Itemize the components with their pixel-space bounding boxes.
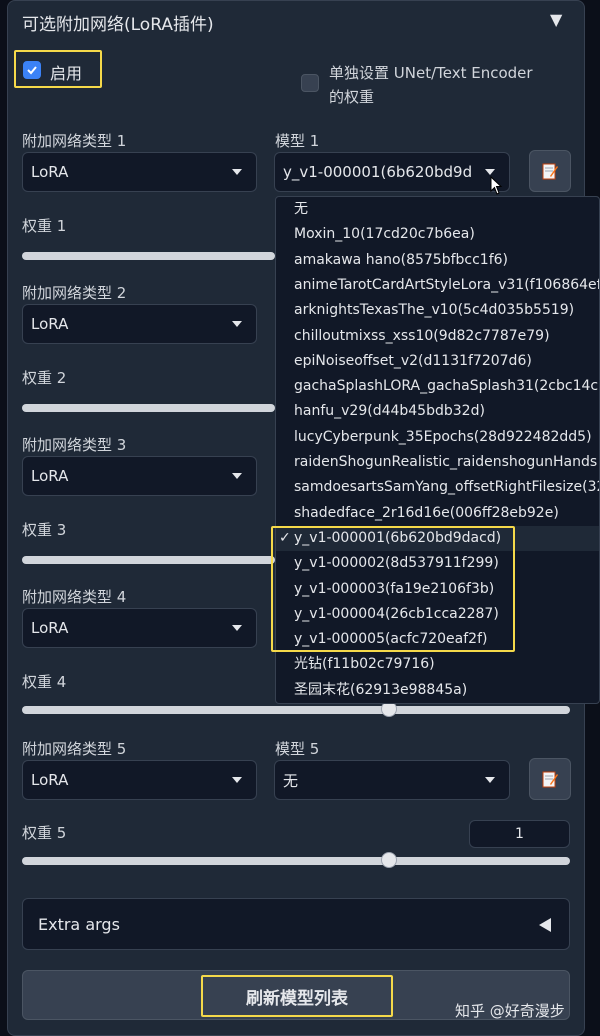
weight-3-slider[interactable] bbox=[22, 556, 275, 564]
network-type-2-select[interactable]: LoRA bbox=[22, 304, 257, 344]
weight-2-slider[interactable] bbox=[22, 404, 275, 412]
chevron-down-icon bbox=[232, 625, 242, 631]
weight-5-number-input[interactable]: 1 bbox=[469, 820, 570, 848]
network-type-5-select[interactable]: LoRA bbox=[22, 760, 257, 800]
model-1-info-button[interactable] bbox=[529, 150, 571, 192]
model-5-info-button[interactable] bbox=[529, 758, 571, 800]
model-5-select[interactable]: 无 bbox=[274, 760, 510, 800]
dropdown-item[interactable]: 光钻(f11b02c79716) bbox=[276, 652, 599, 677]
extra-args-accordion[interactable]: Extra args bbox=[22, 898, 570, 950]
weight-5-slider[interactable] bbox=[22, 852, 570, 868]
model-1-label: 模型 1 bbox=[275, 132, 320, 150]
dropdown-item[interactable]: lucyCyberpunk_35Epochs(28d922482dd5) bbox=[276, 425, 599, 450]
chevron-down-icon bbox=[232, 169, 242, 175]
weight-5-label: 权重 5 bbox=[22, 824, 67, 842]
unet-weight-label-line1: 单独设置 UNet/Text Encoder bbox=[329, 64, 533, 82]
dropdown-item[interactable]: chilloutmixss_xss10(9d82c7787e79) bbox=[276, 324, 599, 349]
unet-weight-label-line2: 的权重 bbox=[329, 88, 375, 106]
dropdown-item[interactable]: shadedface_2r16d16e(006ff28eb92e) bbox=[276, 501, 599, 526]
dropdown-item[interactable]: samdoesartsSamYang_offsetRightFilesize(3… bbox=[276, 475, 599, 500]
weight-4-label: 权重 4 bbox=[22, 673, 67, 691]
network-type-4-label: 附加网络类型 4 bbox=[22, 588, 127, 606]
model-5-value: 无 bbox=[283, 771, 299, 790]
dropdown-item[interactable]: arknightsTexasThe_v10(5c4d035b5519) bbox=[276, 298, 599, 323]
network-type-1-label: 附加网络类型 1 bbox=[22, 132, 127, 150]
dropdown-item[interactable]: animeTarotCardArtStyleLora_v31(f106864ef bbox=[276, 273, 599, 298]
network-type-2-value: LoRA bbox=[31, 315, 69, 333]
weight-3-label: 权重 3 bbox=[22, 521, 67, 539]
dropdown-item[interactable]: Moxin_10(17cd20c7b6ea) bbox=[276, 222, 599, 247]
panel-title: 可选附加网络(LoRA插件) bbox=[22, 15, 214, 35]
refresh-models-label: 刷新模型列表 bbox=[201, 975, 393, 1017]
collapse-left-icon bbox=[539, 918, 551, 932]
edit-note-icon bbox=[542, 163, 558, 180]
edit-note-icon bbox=[542, 771, 558, 788]
network-type-4-value: LoRA bbox=[31, 619, 69, 637]
weight-1-slider[interactable] bbox=[22, 252, 275, 260]
dropdown-item[interactable]: epiNoiseoffset_v2(d1131f7207d6) bbox=[276, 349, 599, 374]
model-5-label: 模型 5 bbox=[275, 740, 320, 758]
chevron-down-icon bbox=[232, 321, 242, 327]
weight-4-slider[interactable] bbox=[22, 701, 570, 717]
network-type-2-label: 附加网络类型 2 bbox=[22, 284, 127, 302]
dropdown-item[interactable]: gachaSplashLORA_gachaSplash31(2cbc14c bbox=[276, 374, 599, 399]
chevron-down-icon bbox=[232, 777, 242, 783]
unet-weight-checkbox[interactable] bbox=[301, 74, 319, 92]
network-type-3-select[interactable]: LoRA bbox=[22, 456, 257, 496]
network-type-3-label: 附加网络类型 3 bbox=[22, 436, 127, 454]
check-icon bbox=[27, 66, 37, 75]
dropdown-item[interactable]: 圣园末花(62913e98845a) bbox=[276, 678, 599, 703]
chevron-down-icon bbox=[485, 169, 495, 175]
watermark: 知乎 @好奇漫步 bbox=[455, 1002, 565, 1020]
chevron-down-icon bbox=[232, 473, 242, 479]
dropdown-item[interactable]: 无 bbox=[276, 197, 599, 222]
chevron-down-icon bbox=[485, 777, 495, 783]
dropdown-highlight-box bbox=[271, 526, 515, 652]
enable-label: 启用 bbox=[50, 64, 83, 83]
network-type-1-value: LoRA bbox=[31, 163, 69, 181]
weight-2-label: 权重 2 bbox=[22, 369, 67, 387]
network-type-1-select[interactable]: LoRA bbox=[22, 152, 257, 192]
network-type-3-value: LoRA bbox=[31, 467, 69, 485]
dropdown-item[interactable]: hanfu_v29(d44b45bdb32d) bbox=[276, 399, 599, 424]
model-1-select[interactable]: y_v1-000001(6b620bd9d bbox=[274, 152, 510, 192]
network-type-5-label: 附加网络类型 5 bbox=[22, 740, 127, 758]
model-1-value: y_v1-000001(6b620bd9d bbox=[283, 163, 473, 181]
weight-1-label: 权重 1 bbox=[22, 217, 67, 235]
mouse-cursor-icon bbox=[490, 176, 503, 195]
network-type-4-select[interactable]: LoRA bbox=[22, 608, 257, 648]
dropdown-item[interactable]: amakawa hano(8575bfbcc1f6) bbox=[276, 248, 599, 273]
network-type-5-value: LoRA bbox=[31, 771, 69, 789]
collapse-toggle-icon[interactable]: ▼ bbox=[550, 10, 562, 29]
enable-checkbox[interactable] bbox=[23, 61, 41, 79]
dropdown-item[interactable]: raidenShogunRealistic_raidenshogunHands bbox=[276, 450, 599, 475]
extra-args-label: Extra args bbox=[38, 914, 120, 934]
